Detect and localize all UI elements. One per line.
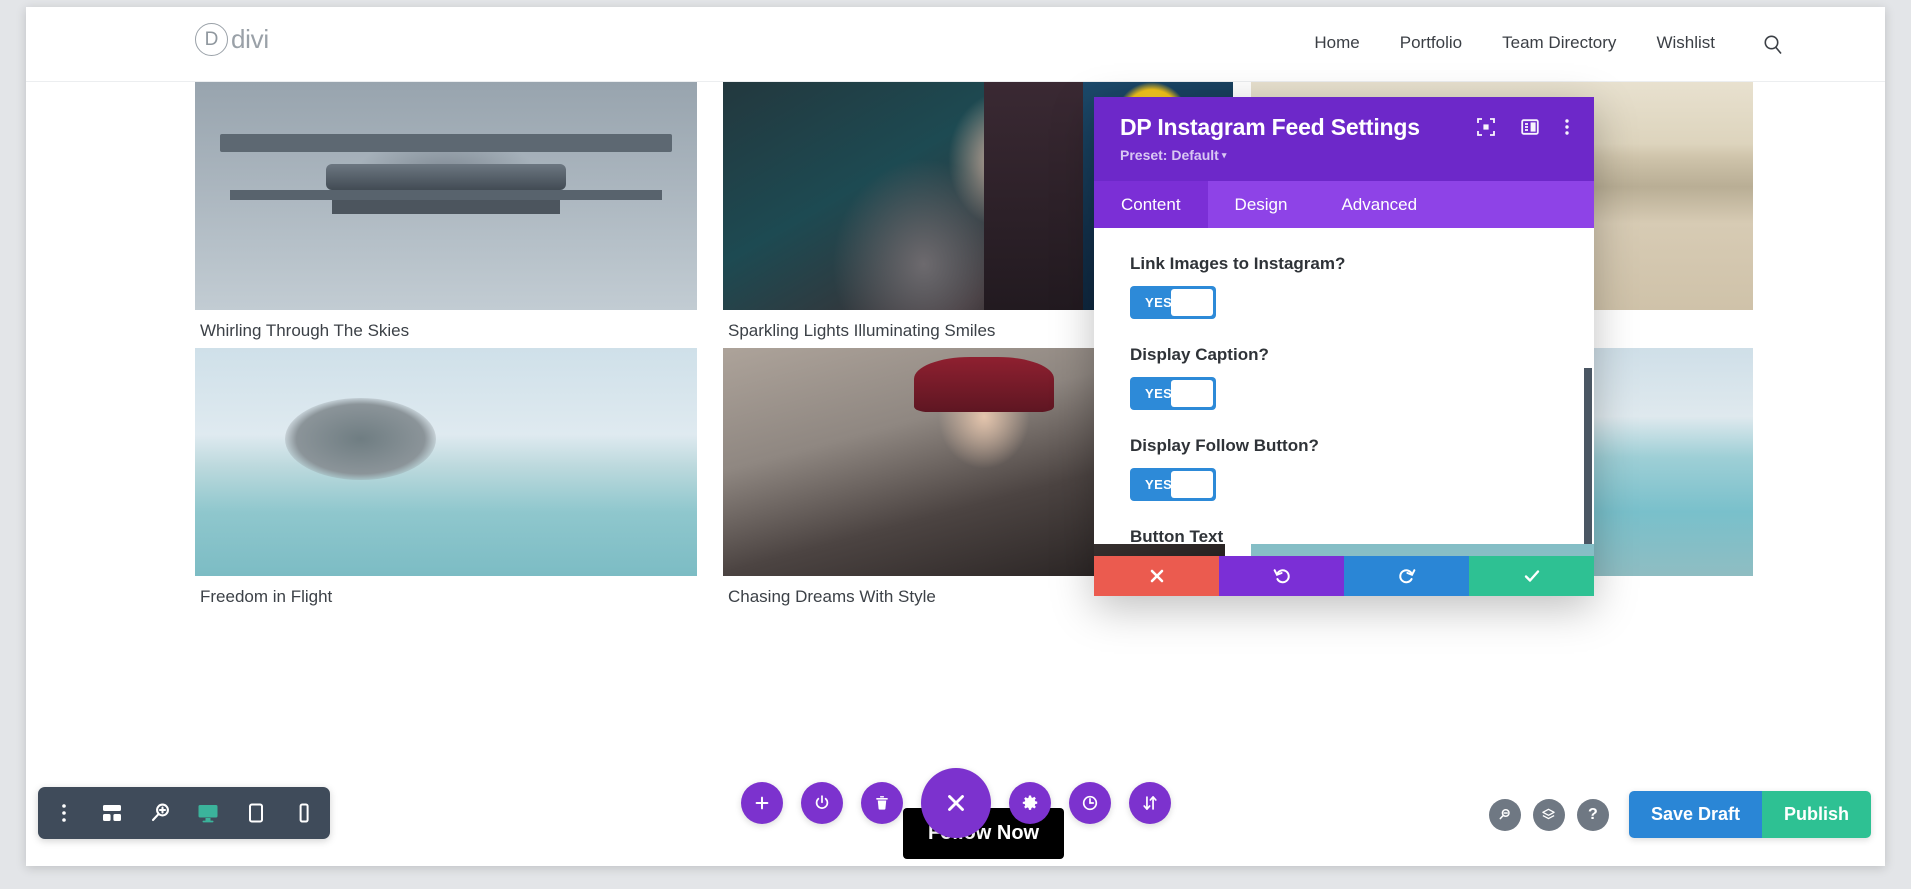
search-icon xyxy=(1499,808,1511,820)
desktop-view-icon[interactable] xyxy=(196,801,220,825)
chevron-down-icon: ▾ xyxy=(1221,150,1227,160)
more-vertical-icon[interactable] xyxy=(52,801,76,825)
search-icon[interactable] xyxy=(1761,33,1785,57)
updown-arrows-icon xyxy=(1142,796,1157,810)
tab-content[interactable]: Content xyxy=(1094,181,1208,228)
question-icon: ? xyxy=(1588,805,1598,823)
toggle-knob xyxy=(1171,471,1213,498)
site-logo[interactable]: D divi xyxy=(195,23,269,56)
layers-button[interactable] xyxy=(1532,798,1565,831)
settings-button[interactable] xyxy=(1008,782,1051,824)
field-display-caption: Display Caption? YES xyxy=(1130,345,1558,410)
field-label: Button Text xyxy=(1130,527,1224,544)
gallery-item-1[interactable]: Whirling Through The Skies xyxy=(195,82,697,341)
gallery-caption: Freedom in Flight xyxy=(200,587,333,606)
field-display-follow-button: Display Follow Button? YES xyxy=(1130,436,1558,501)
modal-footer xyxy=(1094,556,1594,596)
clock-icon xyxy=(1082,795,1097,811)
logo-text: divi xyxy=(231,24,269,54)
phone-view-icon[interactable] xyxy=(292,801,316,825)
builder-center-toolbar xyxy=(740,768,1171,838)
gear-icon xyxy=(1022,795,1037,810)
portability-button[interactable] xyxy=(1128,782,1171,824)
save-draft-button[interactable]: Save Draft xyxy=(1628,791,1762,838)
modal-tabs: Content Design Advanced xyxy=(1094,181,1594,228)
toggle-value: YES xyxy=(1145,295,1173,310)
fullscreen-icon[interactable] xyxy=(1476,117,1496,137)
logo-mark-icon: D xyxy=(195,23,228,56)
link-images-toggle[interactable]: YES xyxy=(1130,286,1216,319)
modal-scrollbar[interactable] xyxy=(1584,368,1592,544)
field-label: Link Images to Instagram? xyxy=(1130,254,1346,273)
cancel-button[interactable] xyxy=(1094,556,1219,596)
modal-header-actions xyxy=(1476,117,1570,137)
layers-icon xyxy=(1542,808,1556,820)
toggle-value: YES xyxy=(1145,477,1173,492)
more-options-icon[interactable] xyxy=(1564,117,1570,137)
nav-item-team-directory[interactable]: Team Directory xyxy=(1482,33,1636,53)
display-caption-toggle[interactable]: YES xyxy=(1130,377,1216,410)
search-button[interactable] xyxy=(1488,798,1521,831)
close-icon xyxy=(947,795,964,811)
history-button[interactable] xyxy=(1068,782,1111,824)
help-button[interactable]: ? xyxy=(1576,798,1609,831)
page-settings-button[interactable] xyxy=(800,782,843,824)
undo-button[interactable] xyxy=(1219,556,1344,596)
tablet-view-icon[interactable] xyxy=(244,801,268,825)
save-publish-group: Save Draft Publish xyxy=(1628,791,1871,838)
save-button[interactable] xyxy=(1469,556,1594,596)
builder-left-toolbar xyxy=(38,787,330,839)
close-icon xyxy=(1150,569,1163,583)
display-follow-button-toggle[interactable]: YES xyxy=(1130,468,1216,501)
page-canvas: D divi Home Portfolio Team Directory Wis… xyxy=(26,7,1885,866)
power-icon xyxy=(815,795,828,809)
toggle-knob xyxy=(1171,289,1213,316)
field-label: Display Caption? xyxy=(1130,345,1269,364)
toggle-value: YES xyxy=(1145,386,1173,401)
modal-header: DP Instagram Feed Settings Preset: Defau… xyxy=(1094,97,1594,181)
check-icon xyxy=(1524,570,1539,582)
gallery-caption: Whirling Through The Skies xyxy=(200,321,410,340)
nav-item-home[interactable]: Home xyxy=(1294,33,1379,53)
gallery-photo-osprey[interactable] xyxy=(195,82,697,310)
dp-instagram-feed-settings-modal: DP Instagram Feed Settings Preset: Defau… xyxy=(1094,97,1594,596)
field-link-images-to-instagram: Link Images to Instagram? YES xyxy=(1130,254,1558,319)
redo-icon xyxy=(1398,569,1415,584)
gallery-item-5[interactable]: Freedom in Flight xyxy=(195,348,697,607)
builder-right-toolbar: ? Save Draft Publish xyxy=(1488,791,1871,838)
instagram-feed-gallery: Whirling Through The Skies Sparkling Lig… xyxy=(26,82,1885,866)
main-navigation: Home Portfolio Team Directory Wishlist xyxy=(1294,33,1735,53)
tab-advanced[interactable]: Advanced xyxy=(1314,181,1444,228)
zoom-out-view-icon[interactable] xyxy=(148,801,172,825)
modal-body: Link Images to Instagram? YES Display Ca… xyxy=(1094,228,1594,544)
nav-item-wishlist[interactable]: Wishlist xyxy=(1636,33,1735,53)
site-header: D divi Home Portfolio Team Directory Wis… xyxy=(26,7,1885,82)
browser-frame: D divi Home Portfolio Team Directory Wis… xyxy=(0,0,1911,889)
plus-icon xyxy=(755,796,768,810)
gallery-photo-bird[interactable] xyxy=(195,348,697,576)
wireframe-view-icon[interactable] xyxy=(100,801,124,825)
delete-button[interactable] xyxy=(860,782,903,824)
layout-toggle-icon[interactable] xyxy=(1520,117,1540,137)
tab-design[interactable]: Design xyxy=(1208,181,1315,228)
close-builder-button[interactable] xyxy=(920,768,991,838)
field-label: Display Follow Button? xyxy=(1130,436,1319,455)
add-section-button[interactable] xyxy=(740,782,783,824)
preset-selector[interactable]: Preset: Default ▾ xyxy=(1120,147,1226,163)
nav-item-portfolio[interactable]: Portfolio xyxy=(1380,33,1482,53)
publish-button[interactable]: Publish xyxy=(1761,791,1871,838)
trash-icon xyxy=(875,796,888,810)
toggle-knob xyxy=(1171,380,1213,407)
preset-label: Preset: Default xyxy=(1120,147,1219,163)
undo-icon xyxy=(1273,569,1290,584)
field-button-text: Button Text xyxy=(1130,527,1558,544)
redo-button[interactable] xyxy=(1344,556,1469,596)
